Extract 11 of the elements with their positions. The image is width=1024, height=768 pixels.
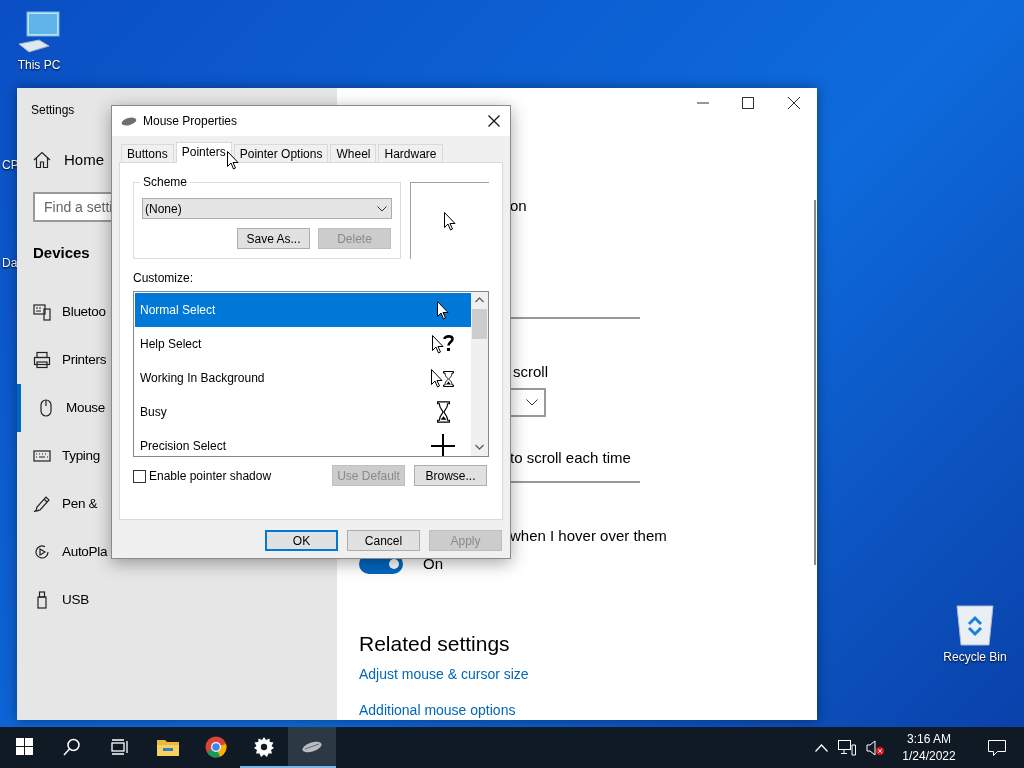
window-title: Settings	[31, 103, 75, 117]
section-heading: Related settings	[359, 631, 511, 656]
setting-label: on	[510, 196, 528, 216]
group-legend: Scheme	[140, 175, 191, 189]
setting-label: when I hover over them	[510, 526, 668, 545]
customize-label: Customize:	[133, 271, 195, 285]
setting-label: to scroll each time	[510, 448, 632, 468]
dialog-title: Mouse Properties	[143, 113, 239, 130]
setting-label: scroll	[513, 362, 549, 382]
section-heading: Devices	[33, 242, 90, 263]
toggle-label: On	[423, 553, 443, 574]
